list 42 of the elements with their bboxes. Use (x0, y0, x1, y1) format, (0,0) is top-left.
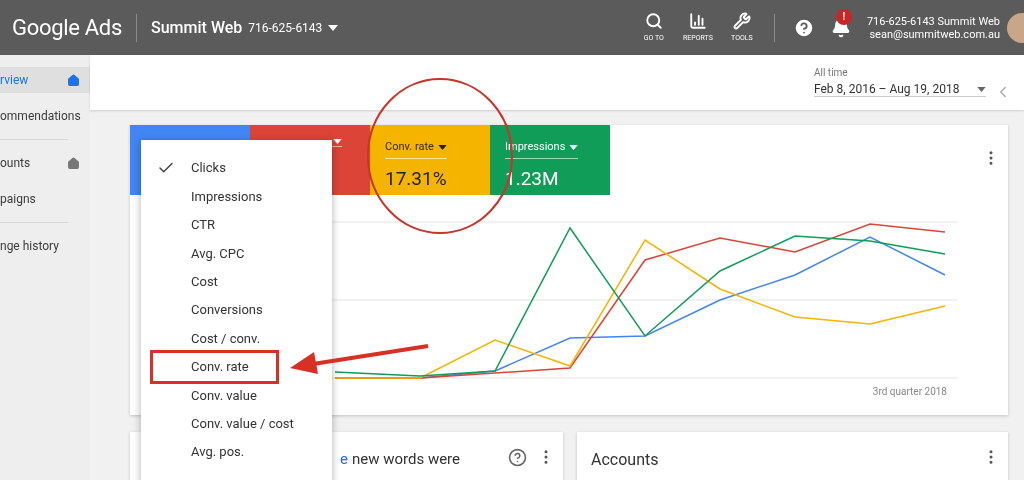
menu-item[interactable]: Conversions (141, 295, 332, 325)
account-name: Summit Web (151, 16, 243, 39)
date-range: Feb 8, 2016 – Aug 19, 2018 (814, 81, 960, 98)
menu-item[interactable]: CTR (141, 210, 332, 240)
menu-item[interactable]: Cost (141, 267, 332, 296)
menu-item[interactable]: Cost / conv. (141, 324, 332, 353)
date-label: All time (814, 66, 849, 80)
user-email: sean@summitweb.com.au (869, 27, 1000, 41)
metric-tile[interactable]: Conv. rate 17.31% (370, 125, 490, 195)
tip-link[interactable]: e (340, 448, 348, 471)
notification-badge: ! (835, 8, 852, 25)
logo: Google Ads (12, 14, 123, 42)
account-id: 716-625-6143 (248, 19, 323, 37)
caret-icon[interactable] (437, 144, 447, 150)
menu-item[interactable]: Avg. pos. (141, 437, 332, 467)
menu-item[interactable]: Conv. value / cost (141, 409, 332, 438)
sidebar-item[interactable]: paigns (0, 186, 90, 212)
metric-value: 17.31% (385, 165, 447, 192)
home-icon (67, 73, 80, 87)
menu-item[interactable]: Conv. rate (153, 352, 276, 382)
help-icon[interactable] (508, 448, 527, 467)
menu-item[interactable]: Impressions (141, 182, 332, 211)
date-range-picker[interactable]: All time Feb 8, 2016 – Aug 19, 2018 (814, 65, 986, 97)
wrench-icon (732, 11, 751, 30)
tip-text: new words were (351, 449, 460, 470)
metric-label[interactable]: Conv. rate (385, 139, 434, 156)
help-icon[interactable] (792, 16, 815, 39)
caret-icon[interactable] (328, 24, 339, 31)
user-name: 716-625-6143 Summit Web (866, 14, 1000, 28)
home-icon (67, 156, 80, 170)
search-icon (644, 11, 663, 30)
sidebar-item[interactable]: nge history (0, 233, 90, 259)
caret-icon[interactable] (333, 139, 342, 144)
card-title: Accounts (591, 449, 660, 471)
menu-item[interactable]: Avg. CPC (141, 239, 332, 268)
sidebar-item[interactable]: ommendations (0, 103, 90, 129)
bar-chart-icon (688, 11, 707, 30)
menu-item[interactable]: Conv. value (141, 381, 332, 410)
menu-item[interactable]: Clicks (141, 154, 332, 183)
sidebar-item[interactable]: ounts (0, 150, 90, 176)
axis-label: 3rd quarter 2018 (872, 385, 947, 399)
caret-icon (977, 86, 986, 92)
